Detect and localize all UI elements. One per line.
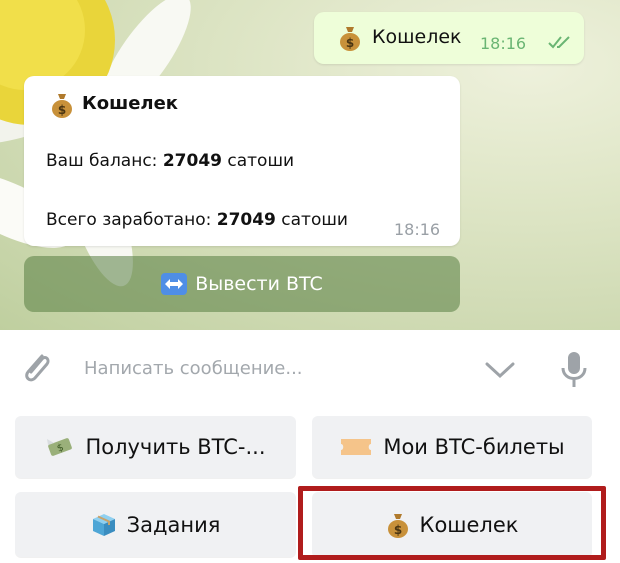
money-bag-icon: $ [387, 513, 408, 538]
svg-text:$: $ [346, 36, 354, 50]
earned-line: Всего заработано: 27049 сатоши [46, 210, 348, 230]
balance-unit: сатоши [221, 151, 295, 171]
message-composer: Написать сообщение... [0, 330, 620, 412]
money-bag-icon: $ [52, 94, 72, 118]
wallet-button[interactable]: $ Кошелек [312, 492, 592, 557]
reply-keyboard: $ Получить BTC-... Мои BTC-билеты Задани… [0, 412, 620, 563]
get-btc-button[interactable]: $ Получить BTC-... [15, 416, 296, 478]
incoming-message-title: Кошелек [82, 93, 179, 114]
svg-text:$: $ [58, 103, 66, 117]
earned-value: 27049 [216, 210, 276, 230]
tasks-button[interactable]: Задания [15, 492, 296, 557]
tasks-label: Задания [126, 512, 221, 537]
chevron-down-icon[interactable] [484, 360, 516, 380]
left-right-arrow-icon [161, 273, 188, 295]
withdraw-btc-button[interactable]: Вывести BTC [24, 256, 460, 312]
money-bag-icon: $ [340, 27, 360, 51]
balance-label: Ваш баланс: [46, 151, 163, 171]
get-btc-label: Получить BTC-... [85, 435, 266, 459]
message-input[interactable]: Написать сообщение... [84, 358, 303, 379]
money-wings-icon: $ [47, 438, 73, 456]
outgoing-message-text: Кошелек [372, 26, 462, 48]
my-btc-tickets-label: Мои BTC-билеты [383, 435, 565, 459]
ticket-icon [341, 439, 372, 455]
chat-area: $ Кошелек 18:16 $ Кошелек Ваш баланс: 27… [0, 0, 620, 330]
outgoing-message-time: 18:16 [480, 34, 527, 53]
svg-text:$: $ [393, 523, 401, 537]
my-btc-tickets-button[interactable]: Мои BTC-билеты [312, 416, 592, 478]
incoming-message-time: 18:16 [394, 220, 441, 239]
earned-label: Всего заработано: [46, 210, 217, 230]
paperclip-icon[interactable] [18, 348, 54, 388]
balance-value: 27049 [162, 151, 222, 171]
package-icon [92, 513, 115, 536]
incoming-message: $ Кошелек Ваш баланс: 27049 сатоши Всего… [24, 76, 460, 246]
balance-line: Ваш баланс: 27049 сатоши [46, 151, 294, 171]
double-check-icon [548, 36, 570, 49]
earned-unit: сатоши [275, 210, 348, 230]
withdraw-btc-label: Вывести BTC [195, 273, 323, 295]
microphone-icon[interactable] [560, 350, 588, 390]
outgoing-message: $ Кошелек 18:16 [314, 12, 584, 64]
wallet-label: Кошелек [419, 512, 519, 537]
